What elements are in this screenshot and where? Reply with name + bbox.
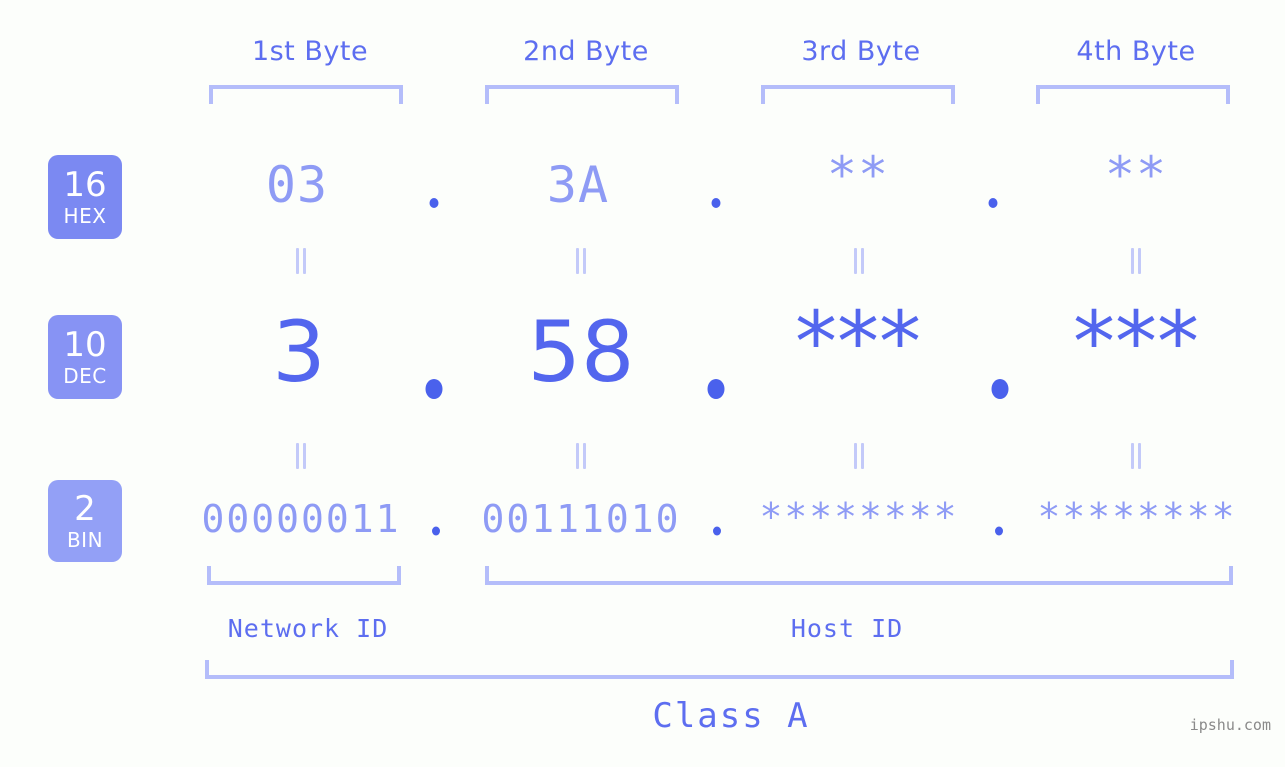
radix-badge-hex: 16 HEX (48, 155, 122, 239)
radix-badge-bin: 2 BIN (48, 480, 122, 562)
dec-byte-3: *** (795, 293, 921, 391)
hex-dot-separator-1 (429, 198, 439, 208)
class-bracket (205, 660, 1234, 679)
bin-dot-separator-3 (995, 526, 1003, 536)
hex-dot-separator-3 (988, 198, 998, 208)
ip-byte-diagram: 1st Byte 2nd Byte 3rd Byte 4th Byte 16 H… (0, 0, 1285, 767)
radix-badge-bin-number: 2 (74, 489, 96, 529)
byte-bracket-top-1 (209, 85, 403, 104)
hex-byte-3: ** (826, 146, 890, 204)
hex-dot-separator-2 (711, 198, 721, 208)
hex-byte-4: ** (1104, 146, 1168, 204)
bin-byte-4: ******** (1037, 495, 1237, 539)
network-id-bracket (207, 566, 401, 585)
radix-badge-hex-number: 16 (63, 165, 107, 205)
equals-icon-hex-dec-3 (853, 248, 865, 274)
dec-byte-2: 58 (527, 303, 635, 401)
site-watermark: ipshu.com (1189, 716, 1271, 734)
radix-badge-dec-name: DEC (63, 364, 107, 388)
dec-dot-separator-2 (707, 379, 725, 399)
bin-byte-1: 00000011 (201, 497, 401, 541)
byte-bracket-top-2 (485, 85, 679, 104)
hex-byte-1: 03 (265, 156, 329, 214)
equals-icon-hex-dec-4 (1130, 248, 1142, 274)
bin-dot-separator-2 (713, 526, 721, 536)
dec-byte-1: 3 (272, 303, 326, 401)
network-id-label: Network ID (227, 614, 389, 643)
byte-header-2: 2nd Byte (523, 36, 649, 67)
byte-header-3: 3rd Byte (801, 36, 921, 67)
radix-badge-dec-number: 10 (63, 325, 107, 365)
equals-icon-hex-dec-2 (575, 248, 587, 274)
bin-byte-3: ******** (759, 495, 959, 539)
host-id-bracket (485, 566, 1233, 585)
byte-bracket-top-3 (761, 85, 955, 104)
equals-icon-dec-bin-2 (575, 443, 587, 469)
byte-header-4: 4th Byte (1076, 36, 1196, 67)
byte-bracket-top-4 (1036, 85, 1230, 104)
equals-icon-dec-bin-1 (295, 443, 307, 469)
byte-header-1: 1st Byte (251, 36, 369, 67)
equals-icon-dec-bin-4 (1130, 443, 1142, 469)
host-id-label: Host ID (790, 614, 904, 643)
class-label: Class A (652, 696, 810, 736)
equals-icon-dec-bin-3 (853, 443, 865, 469)
bin-byte-2: 00111010 (481, 497, 681, 541)
dec-byte-4: *** (1073, 293, 1199, 391)
radix-badge-bin-name: BIN (66, 528, 104, 552)
hex-byte-2: 3A (546, 156, 610, 214)
dec-dot-separator-1 (425, 379, 443, 399)
equals-icon-hex-dec-1 (295, 248, 307, 274)
dec-dot-separator-3 (991, 379, 1009, 399)
bin-dot-separator-1 (432, 526, 440, 536)
radix-badge-hex-name: HEX (63, 204, 107, 228)
radix-badge-dec: 10 DEC (48, 315, 122, 399)
